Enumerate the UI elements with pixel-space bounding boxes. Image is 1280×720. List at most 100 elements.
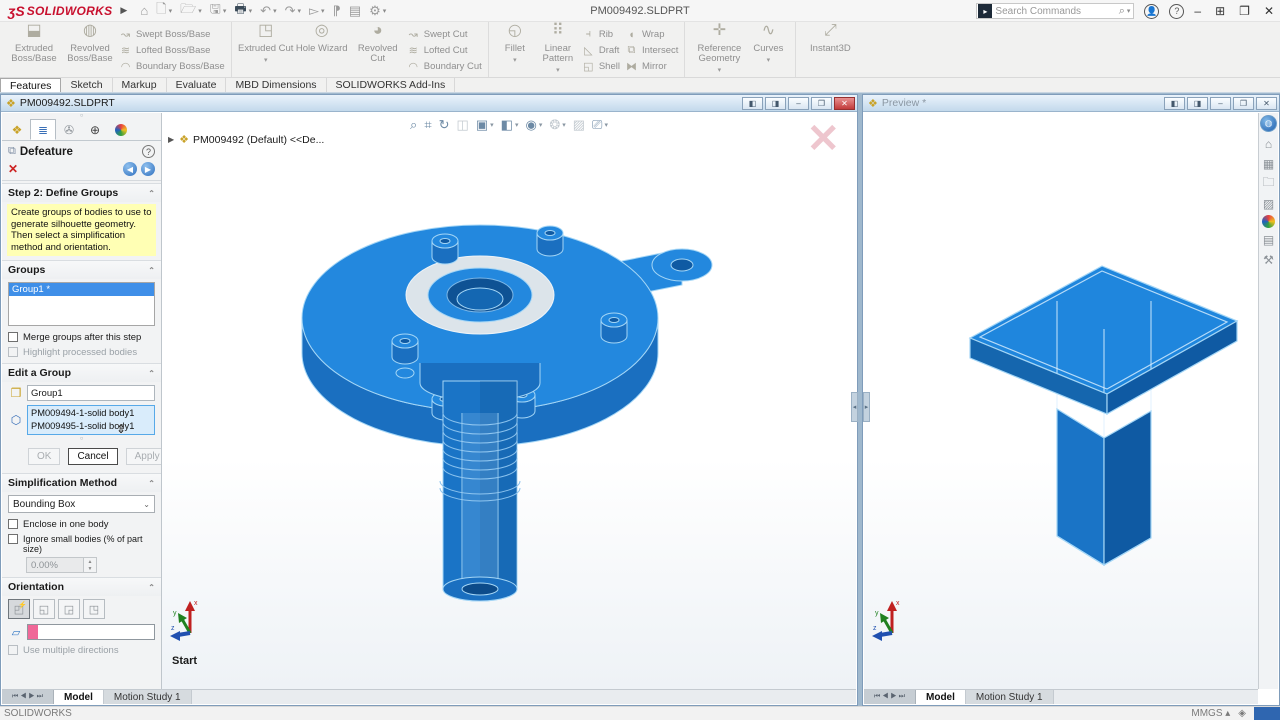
dimxpertmanager-tab[interactable]: ⊕	[82, 119, 108, 140]
preview-graphics-area[interactable]: x y z	[864, 113, 1258, 689]
save-button[interactable]: 🖫▾	[207, 1, 230, 21]
hole-wizard-button[interactable]: ◎ Hole Wizard	[294, 25, 350, 77]
list-resize-grip[interactable]: ○	[2, 436, 161, 444]
motion-study-tab[interactable]: Motion Study 1	[104, 690, 192, 704]
group-name-field[interactable]: Group1	[27, 385, 155, 401]
enclose-checkbox[interactable]: Enclose in one body	[2, 516, 161, 531]
groups-listbox[interactable]: Group1 *	[8, 282, 155, 326]
instant3d-button[interactable]: ⤢ Instant3D	[802, 25, 858, 77]
ignore-small-bodies-checkbox[interactable]: Ignore small bodies (% of part size)	[2, 531, 161, 555]
displaymanager-tab[interactable]	[108, 119, 134, 140]
collapse-chevron-icon[interactable]: ⌃	[148, 189, 155, 198]
cancel-button[interactable]: Cancel	[68, 448, 117, 465]
edit-group-section-header[interactable]: Edit a Group ⌃	[2, 363, 161, 382]
intersect-button[interactable]: ⧉Intersect	[624, 43, 678, 58]
body-list-item[interactable]: PM009495-1-solid body1	[31, 420, 151, 433]
left-window-collapse-handle[interactable]: ◂	[851, 392, 858, 422]
spinner-value[interactable]: 0.00%	[26, 557, 84, 573]
undo-button[interactable]: ↶▾	[257, 1, 279, 21]
right-window-collapse-handle[interactable]: ▸	[863, 392, 870, 422]
fillet-button[interactable]: ◵ Fillet ▾	[495, 25, 535, 77]
featuremanager-tab[interactable]: ❖	[4, 119, 30, 140]
app-maximize-button[interactable]: ❐	[1239, 4, 1250, 18]
preview-model-3d[interactable]	[864, 113, 1258, 689]
revolved-boss-button[interactable]: ◍ Revolved Boss/Base	[62, 25, 118, 77]
dropdown-icon[interactable]: ▾	[718, 66, 722, 76]
groups-section-header[interactable]: Groups ⌃	[2, 260, 161, 279]
orientation-front-button[interactable]: ◱	[33, 599, 55, 619]
window-restore-button[interactable]: ❐	[1233, 97, 1254, 110]
search-icon[interactable]: ⌕	[1119, 5, 1125, 18]
appearances-scenes-icon[interactable]	[1262, 215, 1275, 228]
motion-study-tab[interactable]: Motion Study 1	[966, 690, 1054, 704]
extruded-cut-button[interactable]: ◳ Extruded Cut ▾	[238, 25, 294, 77]
pane-left-button[interactable]: ◧	[742, 97, 763, 110]
tab-scroll-buttons[interactable]: ⏮ ◀ ▶ ⏭	[864, 690, 916, 704]
tab-features[interactable]: Features	[0, 78, 61, 92]
simplification-section-header[interactable]: Simplification Method ⌃	[2, 473, 161, 492]
dropdown-icon[interactable]: ▾	[264, 56, 268, 66]
wrap-button[interactable]: ◖Wrap	[624, 27, 678, 42]
attach-icon[interactable]: ⁋	[330, 1, 344, 21]
print-button[interactable]: 🖶▾	[231, 1, 255, 21]
reference-geometry-button[interactable]: ✛ Reference Geometry ▾	[691, 25, 747, 77]
curves-button[interactable]: ∿ Curves ▾	[747, 25, 789, 77]
defeature-taskpane-icon[interactable]: ⚒	[1260, 251, 1277, 268]
orientation-current-button[interactable]: ◰⚡	[8, 599, 30, 619]
ok-button[interactable]: OK	[28, 448, 60, 465]
app-close-button[interactable]: ✕	[1264, 4, 1274, 18]
step-section-header[interactable]: Step 2: Define Groups ⌃	[2, 183, 161, 202]
tab-evaluate[interactable]: Evaluate	[167, 78, 227, 92]
design-library-icon[interactable]: ▦	[1260, 155, 1277, 172]
tab-solidworks-addins[interactable]: SOLIDWORKS Add-Ins	[327, 78, 456, 92]
pane-right-button[interactable]: ◨	[1187, 97, 1208, 110]
tab-mbd-dimensions[interactable]: MBD Dimensions	[226, 78, 326, 92]
body-list-item[interactable]: PM009494-1-solid body1	[31, 407, 151, 420]
model-tab[interactable]: Model	[54, 690, 104, 704]
home-icon[interactable]: ⌂	[1260, 135, 1277, 152]
dropdown-icon[interactable]: ▾	[556, 66, 560, 76]
window-minimize-button[interactable]: –	[788, 97, 809, 110]
settings-gear-button[interactable]: ⚙▾	[366, 1, 389, 21]
window-close-button[interactable]: ✕	[834, 97, 855, 110]
spinner-up-icon[interactable]: ▲	[84, 558, 96, 565]
swept-cut-button[interactable]: ↝Swept Cut	[406, 27, 482, 42]
orientation-section-header[interactable]: Orientation ⌃	[2, 577, 161, 596]
menu-expand-icon[interactable]: ▶	[120, 5, 127, 16]
lofted-cut-button[interactable]: ≋Lofted Cut	[406, 43, 482, 58]
draft-button[interactable]: ◺Draft	[581, 43, 620, 58]
search-commands-box[interactable]: ▸ ⌕ ▾	[976, 3, 1134, 19]
graphics-area[interactable]: ▶ ❖ PM009492 (Default) <<De... ⌕ ⌗ ↻ ◫ ▣…	[162, 113, 856, 689]
file-explorer-icon[interactable]: 🗀	[1260, 175, 1277, 192]
collapse-chevron-icon[interactable]: ⌃	[148, 583, 155, 592]
select-button[interactable]: ▻▾	[306, 1, 328, 21]
rib-button[interactable]: ⫞Rib	[581, 27, 620, 42]
collapse-chevron-icon[interactable]: ⌃	[148, 266, 155, 275]
merge-groups-checkbox[interactable]: Merge groups after this step	[2, 329, 161, 344]
revolved-cut-button[interactable]: ◕ Revolved Cut	[350, 25, 406, 77]
mirror-button[interactable]: ⧓Mirror	[624, 59, 678, 74]
dropdown-icon[interactable]: ▾	[513, 56, 517, 66]
custom-properties-icon[interactable]: ▤	[1260, 231, 1277, 248]
tab-markup[interactable]: Markup	[113, 78, 167, 92]
lofted-boss-button[interactable]: ≋Lofted Boss/Base	[118, 43, 225, 58]
propertymanager-tab[interactable]: ≣	[30, 119, 56, 140]
shell-button[interactable]: ◱Shell	[581, 59, 620, 74]
boundary-boss-button[interactable]: ◠Boundary Boss/Base	[118, 59, 225, 74]
home-button[interactable]: ⌂	[137, 1, 151, 21]
part-model-3d[interactable]	[162, 113, 856, 689]
pane-left-button[interactable]: ◧	[1164, 97, 1185, 110]
simplification-method-select[interactable]: Bounding Box ⌄	[8, 495, 155, 513]
boundary-cut-button[interactable]: ◠Boundary Cut	[406, 59, 482, 74]
spinner-down-icon[interactable]: ▼	[84, 565, 96, 572]
units-selector[interactable]: MMGS ▴	[1191, 708, 1230, 719]
collapse-chevron-icon[interactable]: ⌃	[148, 369, 155, 378]
open-button[interactable]: 🗁▾	[177, 1, 205, 21]
redo-button[interactable]: ↷▾	[282, 1, 304, 21]
window-close-button[interactable]: ✕	[1256, 97, 1277, 110]
pane-right-button[interactable]: ◨	[765, 97, 786, 110]
search-input[interactable]	[995, 6, 1118, 17]
pm-back-button[interactable]: ◀	[123, 162, 137, 176]
app-minimize-button[interactable]: –	[1194, 4, 1201, 18]
collapse-chevron-icon[interactable]: ⌃	[148, 479, 155, 488]
